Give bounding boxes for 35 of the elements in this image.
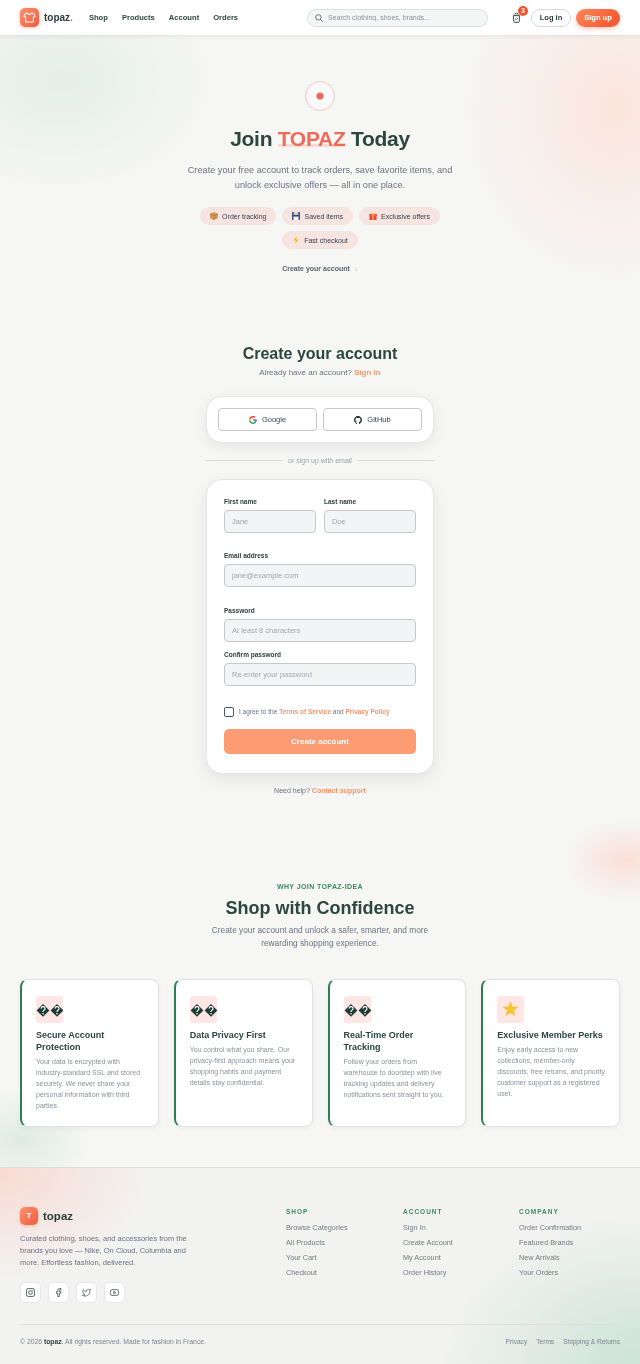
missing-glyph-icon	[36, 995, 64, 1023]
brand-name[interactable]: topaz.	[44, 12, 73, 23]
cat-logo-icon	[354, 415, 363, 424]
hero-subtitle: Create your free account to track orders, save favorite items, and unlock exclusive offers — all in one place.	[186, 164, 454, 192]
shirt-icon[interactable]	[20, 8, 39, 27]
camera-icon	[26, 1288, 35, 1297]
logo-badge[interactable]: T	[20, 1207, 38, 1225]
search-icon	[315, 13, 323, 22]
section-title: Create your account	[242, 344, 398, 364]
social-link[interactable]	[48, 1282, 69, 1303]
package-icon	[210, 212, 219, 220]
gift-icon	[369, 212, 377, 220]
social-link[interactable]	[20, 1282, 41, 1303]
letter-f-icon	[54, 1288, 63, 1297]
card-title: Exclusive Member Perks	[497, 1028, 604, 1041]
signin-prompt: Already have an account? Sign in	[259, 367, 381, 379]
card-title: Secure Account Protection	[36, 1028, 106, 1053]
missing-glyph-icon	[189, 995, 218, 1023]
lightning-icon	[292, 236, 301, 244]
bird-icon	[82, 1288, 91, 1297]
bag-icon[interactable]	[511, 12, 522, 23]
social-link[interactable]	[76, 1282, 97, 1303]
section-title: Shop with Confidence	[225, 896, 415, 919]
signin-link[interactable]: Sign in	[354, 368, 381, 377]
missing-glyph-icon	[343, 995, 372, 1023]
footer-brand[interactable]: topaz	[43, 1210, 74, 1222]
letter-g-icon	[248, 415, 257, 424]
ring-dot-icon	[305, 81, 335, 111]
video-play-icon	[110, 1288, 119, 1297]
card-title: Data Privacy First	[189, 1028, 267, 1041]
section-subtitle: Create your account and unlock a safer, smarter, and more rewarding shopping experience.	[210, 924, 430, 950]
card-title: Real-Time Order Tracking	[343, 1028, 415, 1053]
social-link[interactable]	[104, 1282, 125, 1303]
page-title: Join TOPAZ Today	[230, 126, 410, 152]
agree-checkbox[interactable]	[224, 707, 234, 717]
